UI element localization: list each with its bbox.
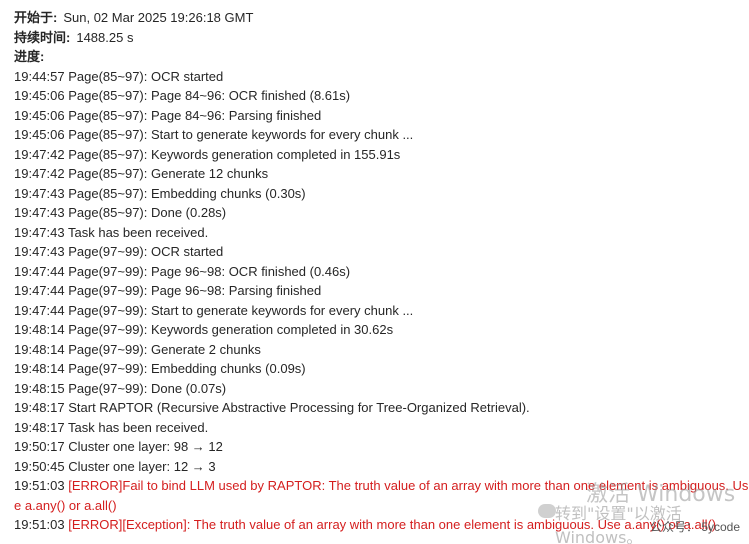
log-line: 19:45:06 Page(85~97): Page 84~96: Parsin… [14,106,749,126]
log-timestamp: 19:50:17 [14,439,65,454]
log-line: 19:47:42 Page(85~97): Keywords generatio… [14,145,749,165]
log-timestamp: 19:48:14 [14,341,65,357]
log-timestamp: 19:47:43 [14,224,65,240]
log-timestamp: 19:44:57 [14,68,65,84]
log-timestamp: 19:50:45 [14,458,65,474]
log-timestamp: 19:51:03 [14,517,65,532]
log-timestamp: 19:47:44 [14,302,65,318]
log-message: Task has been received. [68,419,209,435]
log-timestamp: 19:47:42 [14,166,65,181]
log-message: Page(85~97): Generate 12 chunks [68,166,269,181]
log-timestamp: 19:45:06 [14,88,65,103]
log-line: 19:44:57 Page(85~97): OCR started [14,67,749,87]
log-line: 19:47:43 Task has been received. [14,223,749,243]
log-timestamp: 19:48:14 [14,361,65,376]
log-line: 19:50:17 Cluster one layer: 98 → 12 [14,437,749,457]
log-message: Page(85~97): OCR started [68,68,224,84]
progress-log: 19:44:57 Page(85~97): OCR started 19:45:0… [14,67,749,535]
log-line: 19:48:14 Page(97~99): Embedding chunks (… [14,359,749,379]
log-message: Page(85~97): Done (0.28s) [68,205,227,220]
log-line: 19:47:43 Page(85~97): Embedding chunks (… [14,184,749,204]
log-timestamp: 19:48:17 [14,400,65,415]
log-line: 19:48:17 Task has been received. [14,418,749,438]
log-line: 19:45:06 Page(85~97): Page 84~96: OCR fi… [14,86,749,106]
wechat-account-label: 公众号： 5ycode [650,520,741,534]
log-timestamp: 19:47:44 [14,283,65,298]
log-message: Page(97~99): Keywords generation complet… [68,322,394,337]
log-timestamp: 19:51:03 [14,478,65,493]
log-timestamp: 19:47:43 [14,185,65,201]
log-timestamp: 19:45:06 [14,127,65,142]
start-time-value: Sun, 02 Mar 2025 19:26:18 GMT [63,10,254,25]
duration-row: 持续时间: 1488.25 s [14,28,749,48]
log-message: Page(97~99): Page 96~98: Parsing finishe… [68,283,322,298]
log-timestamp: 19:45:06 [14,107,65,123]
log-line: 19:47:44 Page(97~99): Start to generate … [14,301,749,321]
log-timestamp: 19:48:17 [14,419,65,435]
log-message: Cluster one layer: 98 → 12 [68,439,223,454]
log-timestamp: 19:48:15 [14,380,65,396]
wechat-icon [538,504,556,518]
log-message: Page(97~99): OCR started [68,244,224,259]
log-message: Page(97~99): Embedding chunks (0.09s) [68,361,306,376]
log-timestamp: 19:48:14 [14,322,65,337]
log-line: 19:50:45 Cluster one layer: 12 → 3 [14,457,749,477]
start-time-label: 开始于: [14,10,58,25]
log-line: 19:47:42 Page(85~97): Generate 12 chunks [14,164,749,184]
log-message: Start RAPTOR (Recursive Abstractive Proc… [68,400,530,415]
log-message: Page(85~97): Embedding chunks (0.30s) [68,185,306,201]
log-message: Page(97~99): Generate 2 chunks [68,341,261,357]
duration-value: 1488.25 s [76,29,134,45]
log-message: Page(85~97): Page 84~96: OCR finished (8… [68,88,351,103]
log-message: Cluster one layer: 12 → 3 [68,458,216,474]
log-line: 19:48:14 Page(97~99): Generate 2 chunks [14,340,749,360]
log-message: Page(97~99): Start to generate keywords … [68,302,414,318]
log-message: Page(85~97): Page 84~96: Parsing finishe… [68,107,322,123]
log-line: 19:47:43 Page(97~99): OCR started [14,242,749,262]
log-message: Task has been received. [68,224,209,240]
task-progress-panel: 开始于: Sun, 02 Mar 2025 19:26:18 GMT 持续时间: 1… [14,8,749,535]
log-timestamp: 19:47:43 [14,244,65,259]
log-timestamp: 19:47:42 [14,146,65,162]
log-line: 19:47:44 Page(97~99): Page 96~98: Parsin… [14,281,749,301]
log-line: 19:48:17 Start RAPTOR (Recursive Abstrac… [14,398,749,418]
start-time-row: 开始于: Sun, 02 Mar 2025 19:26:18 GMT [14,8,749,28]
log-line: 19:45:06 Page(85~97): Start to generate … [14,125,749,145]
log-timestamp: 19:47:44 [14,263,65,279]
log-message: Page(97~99): Done (0.07s) [68,380,227,396]
log-message: Page(85~97): Keywords generation complet… [68,146,401,162]
log-message: Page(85~97): Start to generate keywords … [68,127,414,142]
log-message: Page(97~99): Page 96~98: OCR finished (0… [68,263,351,279]
log-timestamp: 19:47:43 [14,205,65,220]
log-line: 19:47:43 Page(85~97): Done (0.28s) [14,203,749,223]
log-line: 19:48:15 Page(97~99): Done (0.07s) [14,379,749,399]
log-line: 19:48:14 Page(97~99): Keywords generatio… [14,320,749,340]
progress-label: 进度: [14,49,45,64]
log-line: 19:47:44 Page(97~99): Page 96~98: OCR fi… [14,262,749,282]
duration-label: 持续时间: [14,29,71,45]
